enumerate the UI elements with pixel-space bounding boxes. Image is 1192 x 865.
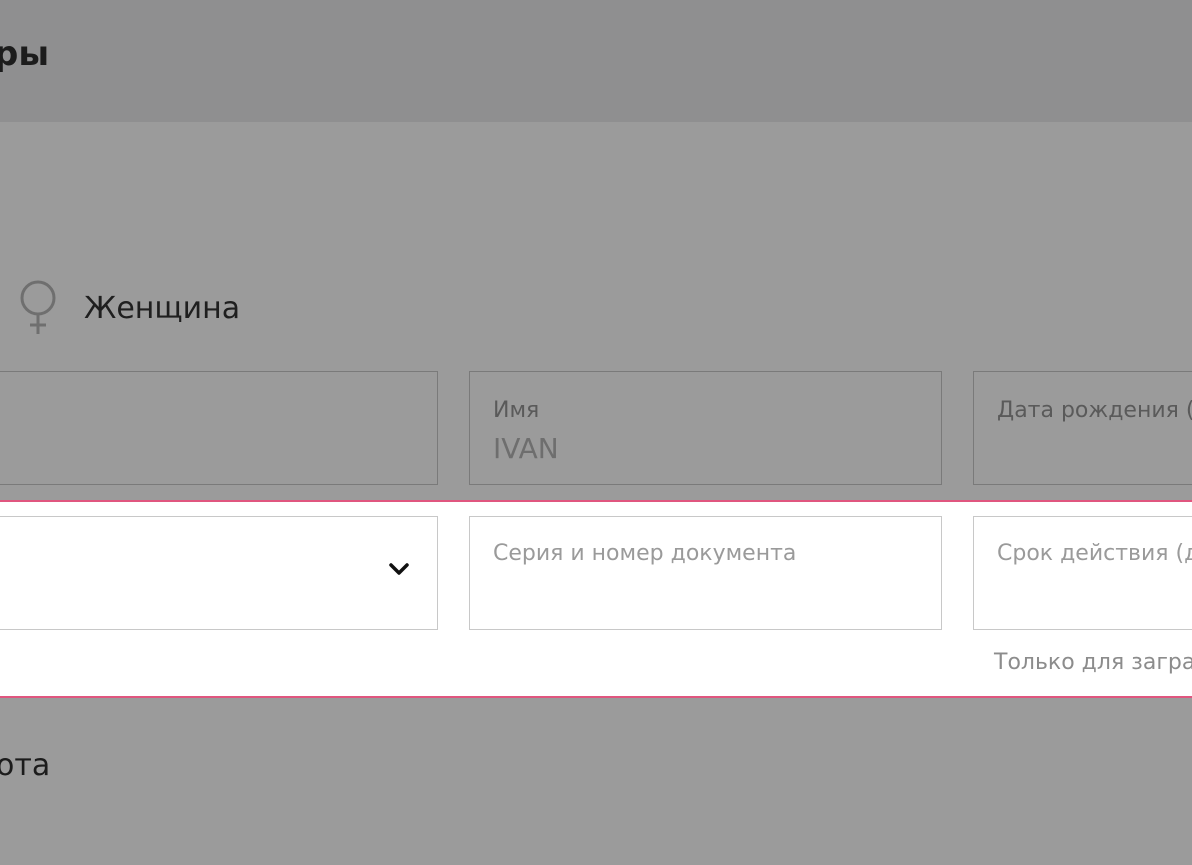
first-name-value: IVAN [493,432,559,465]
gender-option-female[interactable]: Женщина [16,278,240,338]
page-header: ры [0,0,1192,122]
document-expiry-label: Срок действия (д [997,541,1192,566]
birth-date-field[interactable]: Дата рождения (д [973,371,1192,485]
page: ры Женщина Имя IVAN Дата рождения (д Сер… [0,0,1192,865]
document-section: Серия и номер документа Срок действия (д… [0,500,1192,698]
document-number-placeholder: Серия и номер документа [493,541,797,566]
birth-date-label: Дата рождения (д [997,398,1192,423]
chevron-down-icon [387,561,411,581]
document-expiry-input[interactable]: Срок действия (д [973,516,1192,630]
document-type-select[interactable] [0,516,438,630]
gender-female-label: Женщина [84,290,241,326]
last-name-field[interactable] [0,371,438,485]
first-name-field[interactable]: Имя IVAN [469,371,942,485]
document-expiry-hint: Только для загран [994,650,1192,675]
first-name-label: Имя [493,398,540,423]
document-number-input[interactable]: Серия и номер документа [469,516,942,630]
female-icon [16,278,60,338]
page-title: ры [0,34,50,74]
section-heading: ота [0,748,51,783]
